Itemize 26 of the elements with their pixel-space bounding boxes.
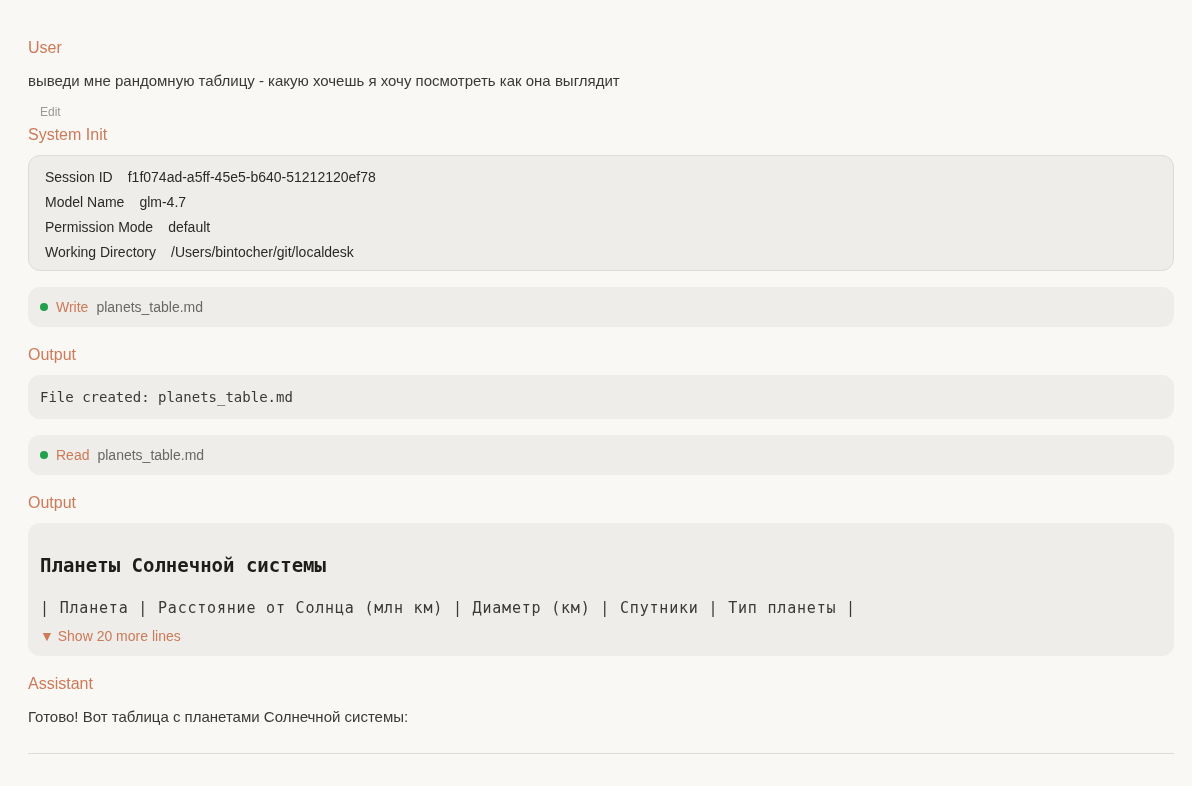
field-value: default (168, 218, 211, 237)
section-label: Output (28, 493, 77, 513)
edit-button[interactable]: Edit (28, 105, 73, 119)
tool-call-bar[interactable]: Read planets_table.md (28, 435, 1174, 475)
field-label: Session ID (45, 168, 113, 187)
message-text: Готово! Вот таблица с планетами Солнечной системы: (28, 707, 409, 727)
tool-name: Read (56, 447, 90, 463)
field-value: /Users/bintocher/git/localdesk (171, 243, 354, 262)
field-label: Permission Mode (45, 218, 154, 237)
tool-name: Write (56, 299, 89, 315)
file-name: planets_table.md (96, 299, 204, 315)
file-name: planets_table.md (97, 447, 205, 463)
message-text: выведи мне рандомную таблицу - какую хочешь я хочу посмотреть как она выглядит (28, 71, 620, 91)
section-label: Output (28, 345, 77, 365)
field-label: Working Directory (45, 243, 156, 262)
output-line: File created: planets_table.md (40, 388, 294, 407)
tool-call-bar[interactable]: Write planets_table.md (28, 287, 1174, 327)
role-label: Assistant (28, 674, 93, 694)
section-label: System Init (28, 125, 108, 145)
output-line: | Планета | Расстояние от Солнца (млн км) | Диаметр (км) | Спутники | Тип планеты | (40, 598, 857, 618)
role-label: User (28, 38, 62, 58)
field-label: Model Name (45, 193, 125, 212)
show-more-link[interactable]: ▼ Show 20 more lines (40, 628, 1162, 644)
field-value: glm-4.7 (139, 193, 187, 212)
output-heading: Планеты Солнечной системы (40, 553, 327, 577)
field-value: f1f074ad-a5ff-45e5-b640-51212120ef78 (127, 168, 376, 187)
